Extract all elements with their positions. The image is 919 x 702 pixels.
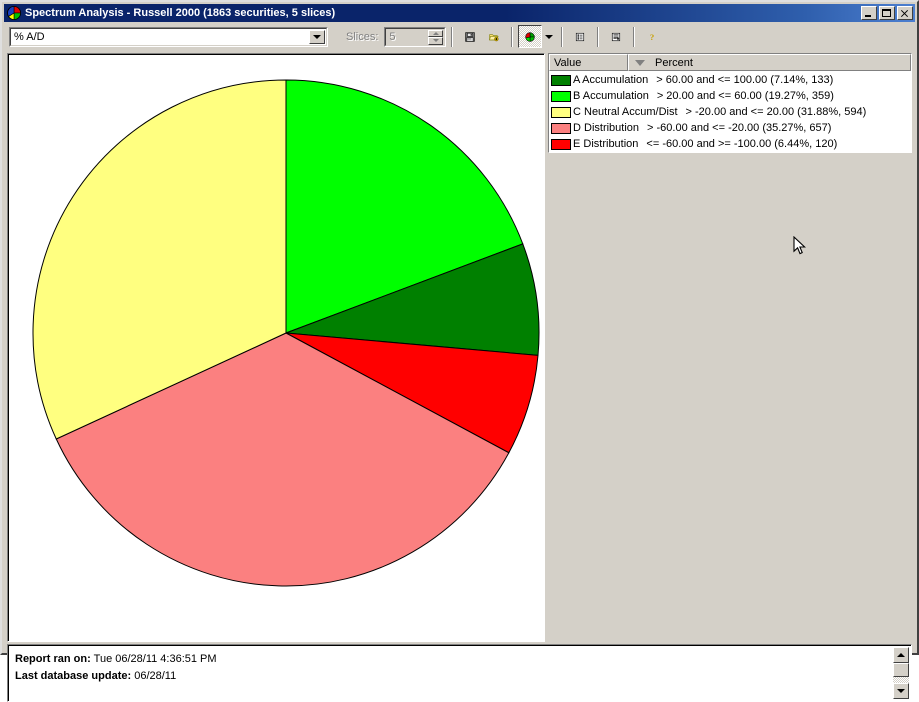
maximize-button[interactable] xyxy=(879,6,895,20)
scroll-up-button[interactable] xyxy=(893,647,909,663)
scroll-down-button[interactable] xyxy=(893,683,909,699)
toolbar: % A/D Slices: 5 ? xyxy=(4,23,915,50)
pie-chart[interactable] xyxy=(8,54,545,642)
report-icon xyxy=(612,32,621,41)
save-button[interactable] xyxy=(458,25,482,48)
legend-row[interactable]: E Distribution <= -60.00 and >= -100.00 (… xyxy=(551,136,911,152)
legend-column-header-percent[interactable]: Percent xyxy=(628,54,911,71)
list-icon xyxy=(576,32,585,41)
legend-column-label-value: Value xyxy=(554,56,582,69)
legend-color-swatch xyxy=(551,138,571,150)
legend-row[interactable]: D Distribution > -60.00 and <= -20.00 (35… xyxy=(551,120,911,136)
report-footer-panel: Report ran on: Tue 06/28/11 4:36:51 PM L… xyxy=(7,644,912,702)
toolbar-separator xyxy=(511,26,514,47)
chevron-down-icon[interactable] xyxy=(309,29,325,44)
title-bar[interactable]: Spectrum Analysis - Russell 2000 (1863 s… xyxy=(4,4,915,22)
legend-row-range: > -20.00 and <= 20.00 (31.88%, 594) xyxy=(685,106,867,118)
floppy-disk-icon xyxy=(465,31,476,42)
legend-color-swatch xyxy=(551,74,571,86)
report-ran-line: Report ran on: Tue 06/28/11 4:36:51 PM xyxy=(15,651,911,668)
slices-increment-button[interactable] xyxy=(428,29,444,37)
scroll-down-arrow-icon xyxy=(897,689,905,693)
slices-label: Slices: xyxy=(346,30,379,43)
slices-decrement-button[interactable] xyxy=(428,37,444,45)
legend-column-label-percent: Percent xyxy=(655,56,693,69)
open-add-button[interactable] xyxy=(482,25,506,48)
legend-row-range: <= -60.00 and >= -100.00 (6.44%, 120) xyxy=(646,138,838,150)
pie-chart-icon xyxy=(6,5,22,21)
indicator-select[interactable]: % A/D xyxy=(9,26,328,47)
minimize-button[interactable] xyxy=(861,6,877,20)
window-title: Spectrum Analysis - Russell 2000 (1863 s… xyxy=(25,7,336,19)
legend-panel: Value Percent A Accumulation > 60.00 and … xyxy=(548,53,912,153)
help-button[interactable]: ? xyxy=(640,25,664,48)
last-update-value: 06/28/11 xyxy=(134,670,177,682)
legend-row-range: > 60.00 and <= 100.00 (7.14%, 133) xyxy=(656,74,834,86)
chart-panel xyxy=(7,53,545,642)
chart-type-dropdown-button[interactable] xyxy=(542,25,556,48)
slices-value: 5 xyxy=(389,30,396,43)
legend-row[interactable]: B Accumulation > 20.00 and <= 60.00 (19.2… xyxy=(551,88,911,104)
legend-color-swatch xyxy=(551,90,571,102)
legend-color-swatch xyxy=(551,122,571,134)
toolbar-separator xyxy=(597,26,600,47)
indicator-select-value: % A/D xyxy=(14,30,45,43)
toolbar-separator xyxy=(633,26,636,47)
toolbar-separator xyxy=(561,26,564,47)
folder-add-icon xyxy=(489,33,499,41)
legend-row-name: D Distribution xyxy=(573,122,640,134)
sort-descending-icon xyxy=(635,59,645,66)
slices-stepper[interactable]: 5 xyxy=(384,26,447,47)
legend-row-name: B Accumulation xyxy=(573,90,649,102)
pie-chart-icon xyxy=(525,31,536,42)
minimize-icon xyxy=(865,15,871,17)
legend-row-range: > -60.00 and <= -20.00 (35.27%, 657) xyxy=(647,122,832,134)
legend-row[interactable]: C Neutral Accum/Dist > -20.00 and <= 20.0… xyxy=(551,104,911,120)
svg-text:?: ? xyxy=(650,32,654,42)
legend-row-name: C Neutral Accum/Dist xyxy=(573,106,678,118)
application-window: Spectrum Analysis - Russell 2000 (1863 s… xyxy=(0,0,919,702)
report-view-button[interactable] xyxy=(604,25,628,48)
last-update-label: Last database update: xyxy=(15,670,132,682)
scrollbar-thumb[interactable] xyxy=(893,663,909,677)
client-area: Value Percent A Accumulation > 60.00 and … xyxy=(4,50,915,702)
pie-chart-view-button[interactable] xyxy=(518,25,543,48)
legend-row[interactable]: A Accumulation > 60.00 and <= 100.00 (7.1… xyxy=(551,72,911,88)
window-controls xyxy=(861,6,913,20)
legend-row-name: A Accumulation xyxy=(573,74,649,86)
list-view-button[interactable] xyxy=(568,25,592,48)
legend-column-header-value[interactable]: Value xyxy=(549,54,628,71)
legend-row-range: > 20.00 and <= 60.00 (19.27%, 359) xyxy=(656,90,834,102)
legend-row-name: E Distribution xyxy=(573,138,639,150)
close-button[interactable] xyxy=(897,6,913,20)
report-footer-text: Report ran on: Tue 06/28/11 4:36:51 PM L… xyxy=(8,645,911,685)
scroll-up-arrow-icon xyxy=(897,653,905,657)
maximize-icon xyxy=(882,9,891,17)
chevron-down-icon xyxy=(545,34,554,39)
last-update-line: Last database update: 06/28/11 xyxy=(15,668,911,685)
legend-header-row: Value Percent xyxy=(549,54,911,71)
toolbar-separator xyxy=(451,26,454,47)
legend-color-swatch xyxy=(551,106,571,118)
legend-list: A Accumulation > 60.00 and <= 100.00 (7.1… xyxy=(549,71,911,152)
question-mark-icon: ? xyxy=(650,32,654,42)
